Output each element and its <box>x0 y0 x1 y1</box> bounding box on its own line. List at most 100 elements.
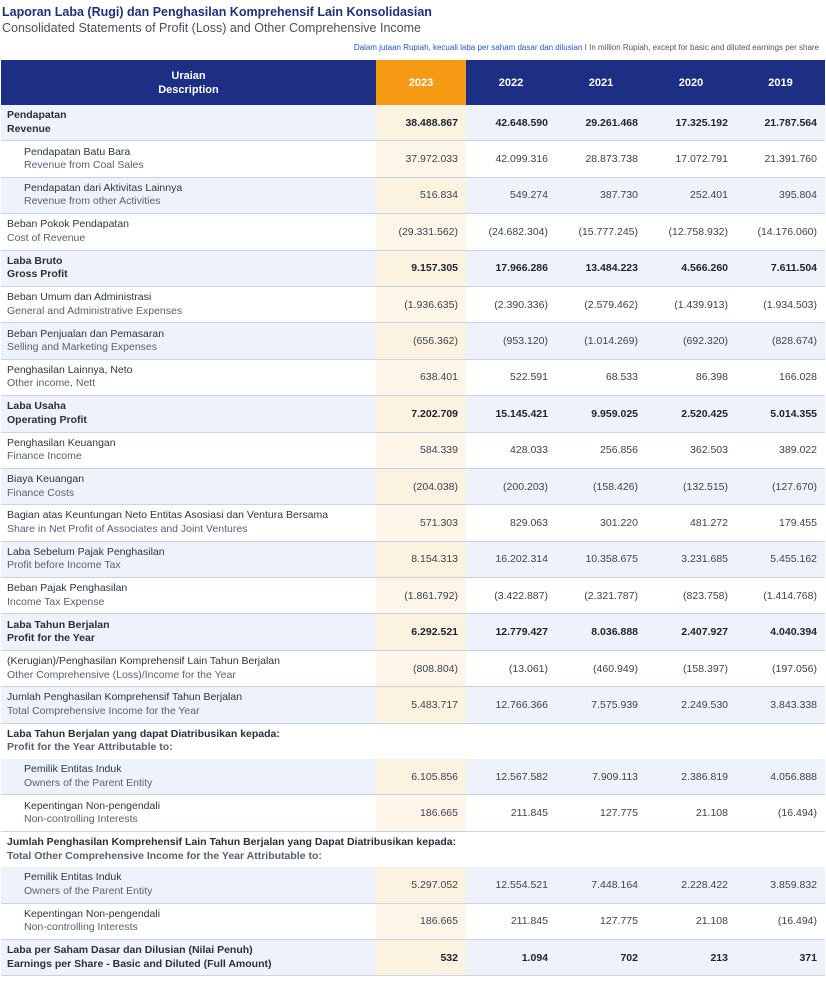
table-row: Penghasilan Keuangan Finance Income 584.33… <box>1 432 825 469</box>
row-label-en: Other income, Nett <box>7 377 96 390</box>
value-cell: 12.779.427 <box>466 613 556 651</box>
value-cell: 28.873.738 <box>556 140 646 178</box>
value-cell: 21.108 <box>646 794 736 832</box>
value-cell: 702 <box>556 939 646 977</box>
column-header-year: 2021 <box>556 60 646 105</box>
value-cell: (692.320) <box>646 322 736 360</box>
value-cell: 21.391.760 <box>736 140 825 178</box>
table-row: Pemilik Entitas Induk Owners of the Paren… <box>1 759 825 796</box>
value-cell: 179.455 <box>736 504 825 542</box>
value-cell: (16.494) <box>736 903 825 940</box>
value-cell: (16.494) <box>736 794 825 832</box>
value-cell: 6.292.521 <box>376 613 466 651</box>
row-label-en: Share in Net Profit of Associates and Jo… <box>7 522 248 535</box>
row-label-en: Owners of the Parent Entity <box>24 776 153 789</box>
value-cell: 8.154.313 <box>376 541 466 579</box>
report-title-id: Laporan Laba (Rugi) dan Penghasilan Komp… <box>2 5 432 19</box>
value-cell: 5.483.717 <box>376 686 466 724</box>
row-label-id: Pendapatan Batu Bara <box>24 145 131 158</box>
row-label-id: Kepentingan Non-pengendali <box>24 907 161 920</box>
row-label-en: General and Administrative Expenses <box>7 304 183 317</box>
row-label-en: Revenue <box>7 122 51 135</box>
row-label-en: Total Other Comprehensive Income for the… <box>7 849 322 862</box>
value-cell: 829.063 <box>466 504 556 542</box>
value-cell: 68.533 <box>556 359 646 397</box>
unit-note: Dalam jutaan Rupiah, kecuali laba per sa… <box>354 43 819 52</box>
value-cell: (828.674) <box>736 322 825 360</box>
value-cell: 2.386.819 <box>646 759 736 796</box>
value-cell: (200.203) <box>466 468 556 506</box>
row-label-en: Earnings per Share - Basic and Diluted (… <box>7 957 272 970</box>
row-description: Laba Tahun Berjalan Profit for the Year <box>1 613 376 651</box>
row-label-en: Profit for the Year <box>7 632 95 645</box>
row-label-en: Selling and Marketing Expenses <box>7 341 158 354</box>
value-cell: (14.176.060) <box>736 213 825 251</box>
row-description: Penghasilan Lainnya, Neto Other income, N… <box>1 359 376 397</box>
value-cell: 8.036.888 <box>556 613 646 651</box>
table-row: Beban Penjualan dan Pemasaran Selling and… <box>1 322 825 360</box>
value-cell: 389.022 <box>736 432 825 469</box>
value-cell: 86.398 <box>646 359 736 397</box>
row-description: Laba Tahun Berjalan yang dapat Diatribus… <box>1 723 825 759</box>
value-cell: 213 <box>646 939 736 977</box>
value-cell: 211.845 <box>466 903 556 940</box>
table-row: Laba Bruto Gross Profit 9.157.305 17.966.28… <box>1 250 825 287</box>
row-label-en: Total Comprehensive Income for the Year <box>7 704 200 717</box>
unit-note-id: Dalam jutaan Rupiah, kecuali laba per sa… <box>353 43 583 52</box>
column-header-description: Uraian Description <box>1 60 376 105</box>
value-cell: 5.455.162 <box>736 541 825 579</box>
table-row: Laba Sebelum Pajak Penghasilan Profit bef… <box>1 541 825 579</box>
value-cell: 186.665 <box>376 903 466 940</box>
value-cell: 29.261.468 <box>556 105 646 142</box>
value-cell: 7.909.113 <box>556 759 646 796</box>
row-label-id: Bagian atas Keuntungan Neto Entitas Asos… <box>7 509 329 522</box>
value-cell: (1.014.269) <box>556 322 646 360</box>
value-cell: 371 <box>736 939 825 977</box>
table-row: Beban Pajak Penghasilan Income Tax Expens… <box>1 577 825 615</box>
value-cell: (13.061) <box>466 650 556 688</box>
row-description: Beban Pajak Penghasilan Income Tax Expens… <box>1 577 376 615</box>
table-row: Laba per Saham Dasar dan Dilusian (Nilai… <box>1 939 825 977</box>
row-label-id: Jumlah Penghasilan Komprehensif Lain Tah… <box>7 836 457 848</box>
value-cell: 638.401 <box>376 359 466 397</box>
row-label-id: Laba Tahun Berjalan yang dapat Diatribus… <box>7 727 280 740</box>
value-cell: 4.056.888 <box>736 759 825 796</box>
row-description: Beban Umum dan Administrasi General and A… <box>1 286 376 324</box>
row-label-id: Biaya Keuangan <box>7 473 85 486</box>
row-label-id: Beban Penjualan dan Pemasaran <box>7 327 165 340</box>
table-row: Biaya Keuangan Finance Costs (204.038) (200… <box>1 468 825 506</box>
value-cell: 13.484.223 <box>556 250 646 287</box>
value-cell: 42.099.316 <box>466 140 556 178</box>
table-row: Kepentingan Non-pengendali Non-controllin… <box>1 903 825 940</box>
table-row: Pendapatan dari Aktivitas Lainnya Revenue… <box>1 177 825 215</box>
value-cell: 211.845 <box>466 794 556 832</box>
row-label-id: Beban Umum dan Administrasi <box>7 291 152 304</box>
value-cell: 12.766.366 <box>466 686 556 724</box>
value-cell: 7.202.709 <box>376 395 466 433</box>
row-description: Beban Pokok Pendapatan Cost of Revenue <box>1 213 376 251</box>
table-row: Beban Pokok Pendapatan Cost of Revenue (29… <box>1 213 825 251</box>
table-row: Laba Usaha Operating Profit 7.202.709 15.14… <box>1 395 825 433</box>
value-cell: 7.611.504 <box>736 250 825 287</box>
row-description: Jumlah Penghasilan Komprehensif Lain Tah… <box>1 831 825 867</box>
value-cell: 37.972.033 <box>376 140 466 178</box>
value-cell: 2.407.927 <box>646 613 736 651</box>
table-row: Laba Tahun Berjalan Profit for the Year 6.… <box>1 613 825 651</box>
value-cell: 4.566.260 <box>646 250 736 287</box>
row-description: Pemilik Entitas Induk Owners of the Paren… <box>1 867 376 904</box>
value-cell: 166.028 <box>736 359 825 397</box>
row-description: Kepentingan Non-pengendali Non-controllin… <box>1 794 376 832</box>
value-cell: 2.520.425 <box>646 395 736 433</box>
row-label-id: Jumlah Penghasilan Komprehensif Tahun Be… <box>7 691 243 704</box>
value-cell: 186.665 <box>376 794 466 832</box>
section-header-row: Jumlah Penghasilan Komprehensif Lain Tah… <box>1 831 825 867</box>
report-title-en: Consolidated Statements of Profit (Loss)… <box>2 21 421 35</box>
column-header-year: 2020 <box>646 60 736 105</box>
table-row: (Kerugian)/Penghasilan Komprehensif Lain… <box>1 650 825 688</box>
row-label-id: Kepentingan Non-pengendali <box>24 799 161 812</box>
value-cell: 12.554.521 <box>466 867 556 904</box>
value-cell: 252.401 <box>646 177 736 215</box>
table-row: Pendapatan Batu Bara Revenue from Coal Sa… <box>1 140 825 178</box>
value-cell: (1.861.792) <box>376 577 466 615</box>
income-statement-table: Uraian Description 2023 2022 2021 2020 2… <box>1 60 825 977</box>
